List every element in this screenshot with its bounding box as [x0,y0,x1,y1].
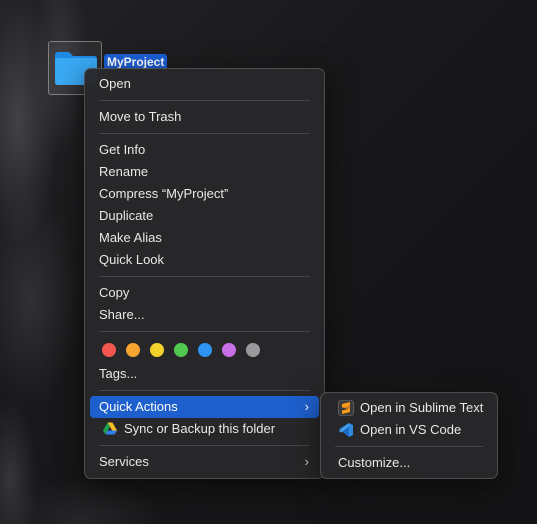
tag-yellow[interactable] [150,343,164,357]
context-menu: Open Move to Trash Get Info Rename Compr… [84,68,325,479]
tag-red[interactable] [102,343,116,357]
menu-item-services-label: Services [99,454,149,469]
menu-item-rename[interactable]: Rename [90,161,319,183]
menu-item-duplicate[interactable]: Duplicate [90,205,319,227]
menu-separator [99,445,310,446]
menu-item-move-to-trash[interactable]: Move to Trash [90,106,319,128]
google-drive-icon [102,421,118,437]
tag-gray[interactable] [246,343,260,357]
menu-item-copy[interactable]: Copy [90,282,319,304]
tag-blue[interactable] [198,343,212,357]
submenu-item-open-sublime[interactable]: Open in Sublime Text [326,397,492,419]
tag-color-row [90,337,319,363]
quick-actions-submenu: Open in Sublime Text Open in VS Code Cus… [320,392,498,479]
menu-item-sync-backup-label: Sync or Backup this folder [124,421,276,436]
menu-item-share[interactable]: Share... [90,304,319,326]
menu-item-compress[interactable]: Compress “MyProject” [90,183,319,205]
tag-orange[interactable] [126,343,140,357]
menu-item-sync-backup[interactable]: Sync or Backup this folder [90,418,319,440]
menu-item-services[interactable]: Services › [90,451,319,473]
menu-separator [99,276,310,277]
tag-green[interactable] [174,343,188,357]
menu-separator [99,133,310,134]
submenu-item-customize[interactable]: Customize... [326,452,492,474]
submenu-item-open-sublime-label: Open in Sublime Text [360,400,484,415]
sublime-text-icon [338,399,354,416]
submenu-item-open-vscode[interactable]: Open in VS Code [326,419,492,441]
chevron-right-icon: › [304,399,309,414]
submenu-item-open-vscode-label: Open in VS Code [360,422,462,437]
menu-separator [99,100,310,101]
menu-item-make-alias[interactable]: Make Alias [90,227,319,249]
chevron-right-icon: › [304,454,309,469]
menu-separator [99,390,310,391]
tag-purple[interactable] [222,343,236,357]
menu-item-quick-actions[interactable]: Quick Actions › [90,396,319,418]
vscode-icon [338,422,354,438]
menu-item-quick-actions-label: Quick Actions [99,399,178,414]
menu-item-get-info[interactable]: Get Info [90,139,319,161]
menu-item-quick-look[interactable]: Quick Look [90,249,319,271]
menu-separator [99,331,310,332]
menu-separator [335,446,483,447]
menu-item-open[interactable]: Open [90,73,319,95]
menu-item-tags[interactable]: Tags... [90,363,319,385]
